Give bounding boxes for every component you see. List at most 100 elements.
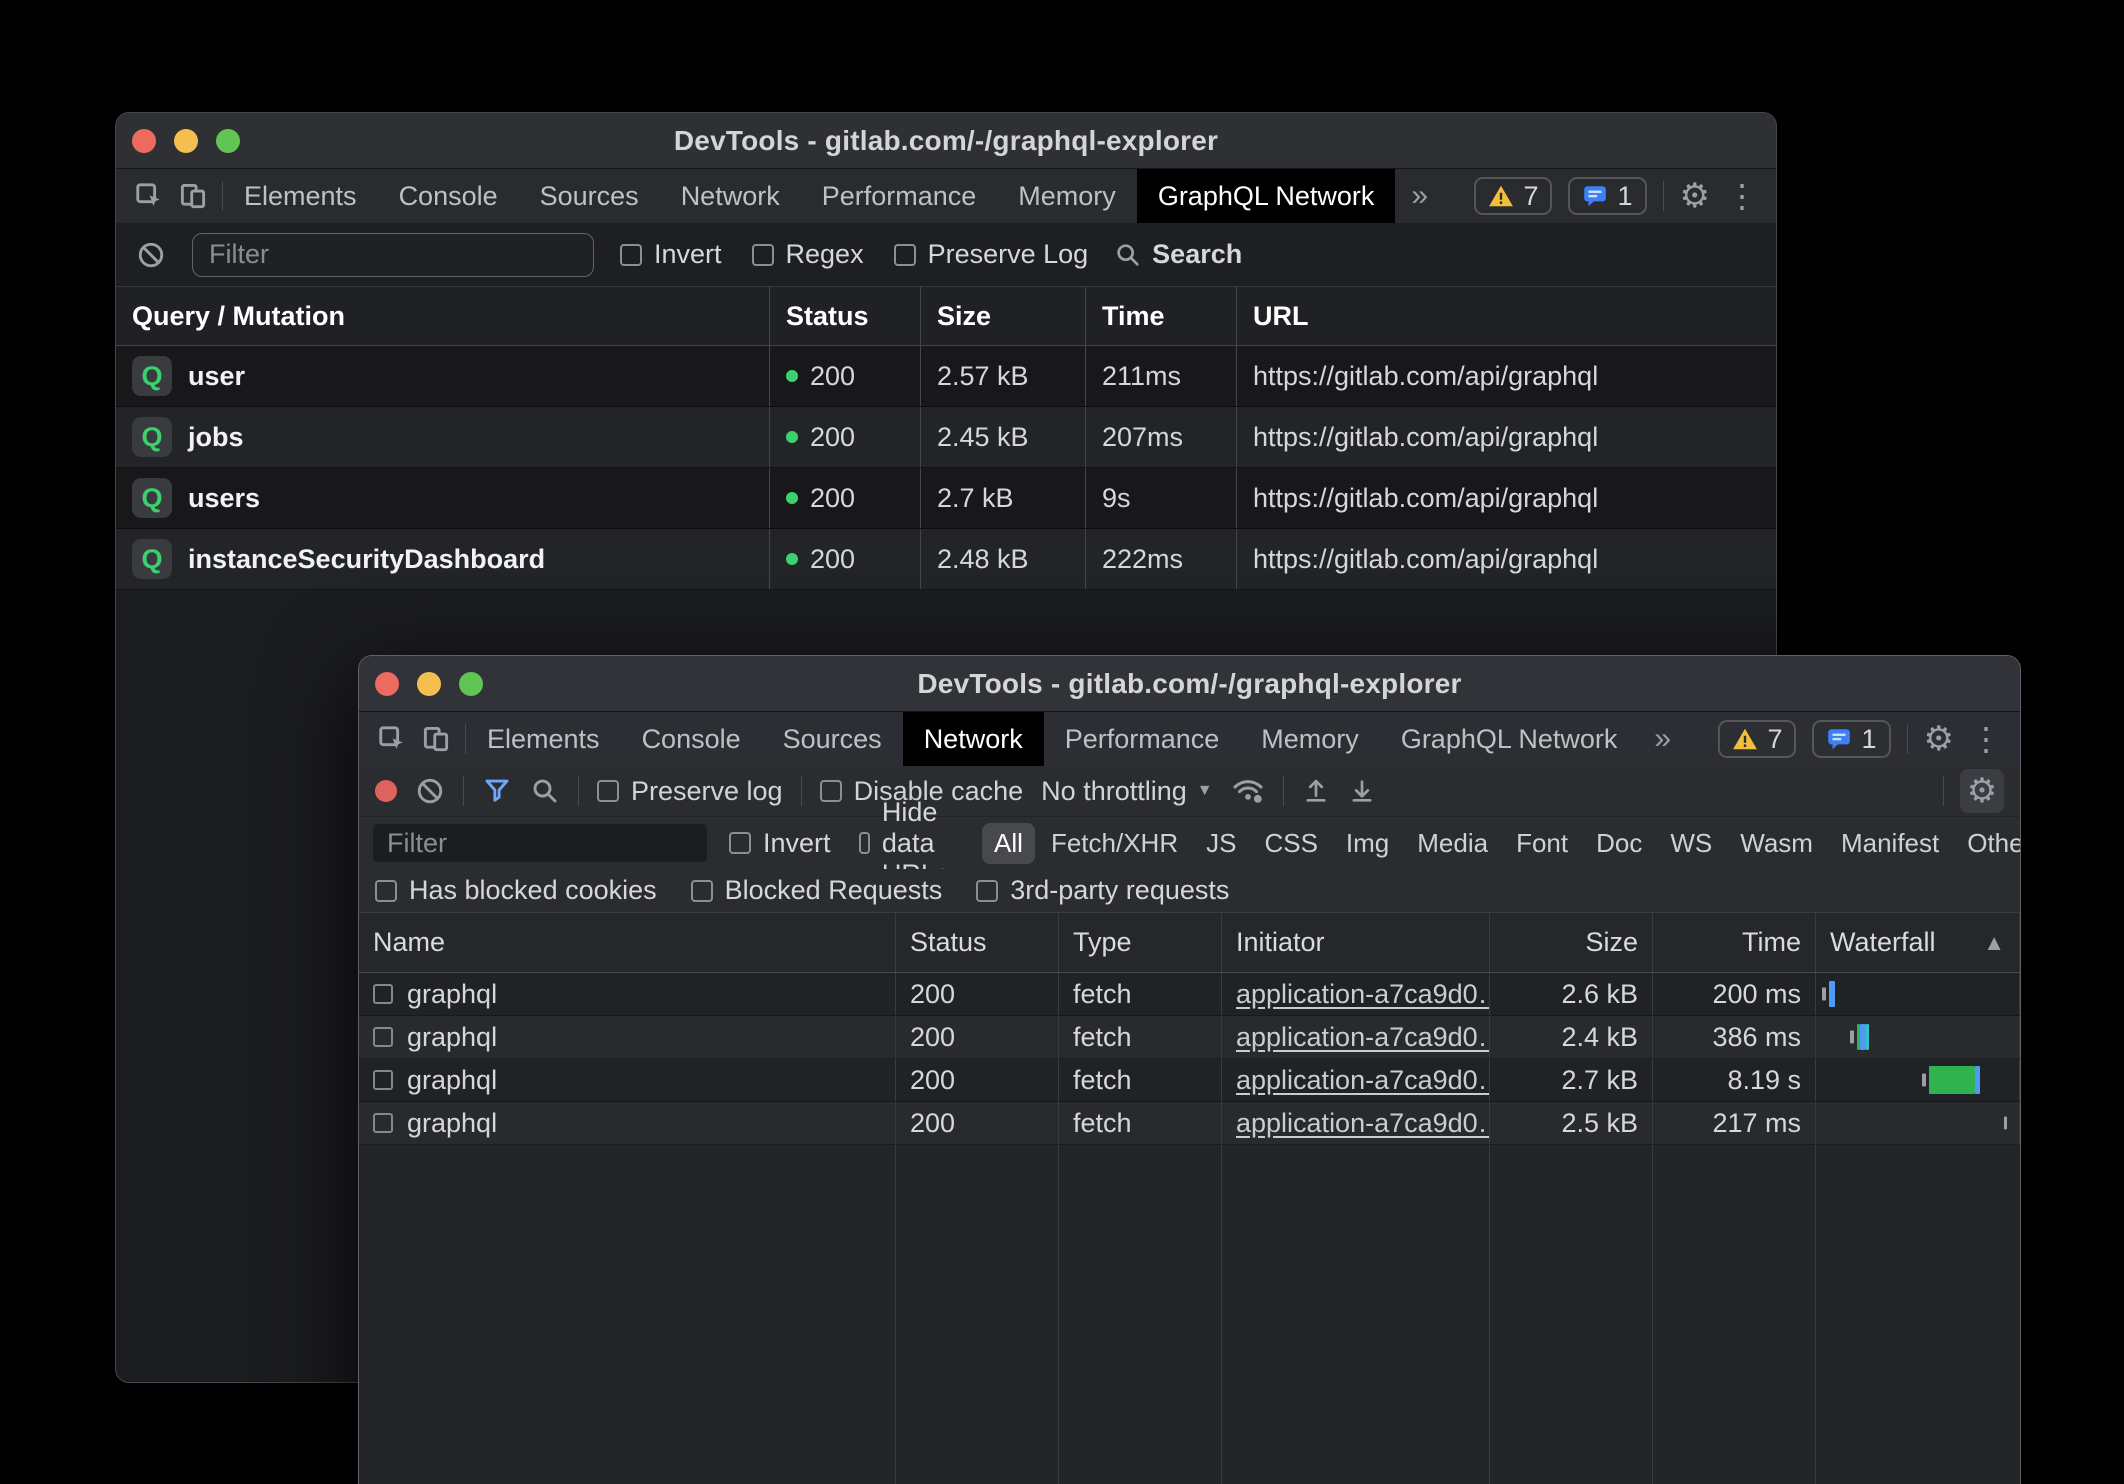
panel-tab[interactable]: GraphQL Network: [1137, 169, 1396, 223]
search-button[interactable]: Search: [1114, 239, 1242, 270]
initiator-link[interactable]: application-a7ca9d0…: [1236, 1022, 1490, 1053]
checkbox-box[interactable]: [859, 832, 870, 854]
resource-type-chip[interactable]: CSS: [1252, 823, 1329, 864]
table-row[interactable]: graphql 200 fetch application-a7ca9d0… 2…: [359, 1016, 2020, 1059]
resource-type-chip[interactable]: Other: [1955, 823, 2021, 864]
panel-tab[interactable]: Memory: [1240, 712, 1380, 766]
kebab-menu-icon[interactable]: ⋮: [1970, 723, 2002, 755]
clear-icon[interactable]: [136, 240, 166, 270]
panel-tab[interactable]: Elements: [223, 169, 378, 223]
resource-type-chip[interactable]: Media: [1405, 823, 1500, 864]
filter-checkbox[interactable]: Invert: [620, 239, 722, 270]
settings-gear-icon[interactable]: ⚙: [1924, 722, 1954, 756]
resource-type-chip[interactable]: Doc: [1584, 823, 1654, 864]
search-icon[interactable]: [530, 776, 560, 806]
device-toolbar-icon[interactable]: [421, 724, 451, 754]
column-header-size[interactable]: Size: [921, 287, 1086, 345]
more-tabs-icon[interactable]: »: [1638, 712, 1687, 766]
device-toolbar-icon[interactable]: [178, 181, 208, 211]
resource-type-chip[interactable]: Manifest: [1829, 823, 1951, 864]
column-header-name[interactable]: Name: [359, 913, 896, 972]
checkbox-box[interactable]: [729, 832, 751, 854]
row-checkbox[interactable]: [373, 1027, 393, 1047]
filter-checkbox[interactable]: 3rd-party requests: [976, 875, 1229, 906]
panel-tab[interactable]: Sources: [762, 712, 903, 766]
table-row[interactable]: graphql 200 fetch application-a7ca9d0… 2…: [359, 1059, 2020, 1102]
table-row[interactable]: graphql 200 fetch application-a7ca9d0… 2…: [359, 1102, 2020, 1145]
table-row[interactable]: graphql 200 fetch application-a7ca9d0… 2…: [359, 973, 2020, 1016]
kebab-menu-icon[interactable]: ⋮: [1726, 180, 1758, 212]
column-header-waterfall[interactable]: Waterfall ▲: [1816, 913, 2020, 972]
resource-type-chip[interactable]: Font: [1504, 823, 1580, 864]
close-button[interactable]: [375, 672, 399, 696]
checkbox-box[interactable]: [375, 880, 397, 902]
more-tabs-icon[interactable]: »: [1395, 169, 1444, 223]
column-header-query[interactable]: Query / Mutation: [116, 287, 770, 345]
table-row[interactable]: Q jobs 200 2.45 kB 207ms https://gitlab.…: [116, 407, 1776, 468]
checkbox-box[interactable]: [752, 244, 774, 266]
column-header-initiator[interactable]: Initiator: [1222, 913, 1490, 972]
panel-tab[interactable]: Network: [903, 712, 1044, 766]
column-header-time[interactable]: Time: [1653, 913, 1816, 972]
messages-badge[interactable]: 1: [1568, 177, 1646, 215]
initiator-link[interactable]: application-a7ca9d0…: [1236, 979, 1490, 1010]
row-checkbox[interactable]: [373, 1070, 393, 1090]
column-header-type[interactable]: Type: [1059, 913, 1222, 972]
panel-tab[interactable]: GraphQL Network: [1380, 712, 1639, 766]
row-checkbox[interactable]: [373, 984, 393, 1004]
column-header-status[interactable]: Status: [770, 287, 921, 345]
resource-type-chip[interactable]: WS: [1658, 823, 1724, 864]
warnings-badge[interactable]: 7: [1718, 720, 1796, 758]
inspect-element-icon[interactable]: [377, 724, 407, 754]
row-checkbox[interactable]: [373, 1113, 393, 1133]
checkbox-box[interactable]: [597, 780, 619, 802]
resource-type-chip[interactable]: Img: [1334, 823, 1401, 864]
resource-type-chip[interactable]: Wasm: [1728, 823, 1825, 864]
panel-tab[interactable]: Performance: [801, 169, 998, 223]
settings-gear-icon[interactable]: ⚙: [1680, 179, 1710, 213]
close-button[interactable]: [132, 129, 156, 153]
panel-tab[interactable]: Memory: [997, 169, 1137, 223]
filter-funnel-icon[interactable]: [482, 776, 512, 806]
table-row[interactable]: Q instanceSecurityDashboard 200 2.48 kB …: [116, 529, 1776, 590]
column-header-size[interactable]: Size: [1490, 913, 1653, 972]
table-row[interactable]: Q user 200 2.57 kB 211ms https://gitlab.…: [116, 346, 1776, 407]
column-header-time[interactable]: Time: [1086, 287, 1237, 345]
checkbox-box[interactable]: [976, 880, 998, 902]
filter-checkbox[interactable]: Regex: [752, 239, 864, 270]
panel-tab[interactable]: Sources: [519, 169, 660, 223]
minimize-button[interactable]: [417, 672, 441, 696]
panel-tab[interactable]: Network: [660, 169, 801, 223]
checkbox-box[interactable]: [620, 244, 642, 266]
panel-tab[interactable]: Console: [378, 169, 519, 223]
zoom-button[interactable]: [459, 672, 483, 696]
column-header-url[interactable]: URL: [1237, 287, 1776, 345]
minimize-button[interactable]: [174, 129, 198, 153]
throttling-select[interactable]: No throttling ▼: [1041, 776, 1212, 807]
network-conditions-icon[interactable]: [1231, 776, 1265, 806]
checkbox-box[interactable]: [894, 244, 916, 266]
warnings-badge[interactable]: 7: [1474, 177, 1552, 215]
resource-type-chip[interactable]: All: [982, 823, 1035, 864]
resource-type-chip[interactable]: JS: [1194, 823, 1248, 864]
import-har-icon[interactable]: [1302, 777, 1330, 805]
checkbox-box[interactable]: [691, 880, 713, 902]
graphql-filter-input[interactable]: [192, 233, 594, 277]
initiator-link[interactable]: application-a7ca9d0…: [1236, 1108, 1490, 1139]
network-settings-gear-icon[interactable]: ⚙: [1960, 769, 2004, 813]
messages-badge[interactable]: 1: [1812, 720, 1890, 758]
export-har-icon[interactable]: [1348, 777, 1376, 805]
filter-checkbox[interactable]: Blocked Requests: [691, 875, 943, 906]
network-filter-input[interactable]: [373, 824, 707, 862]
table-row[interactable]: Q users 200 2.7 kB 9s https://gitlab.com…: [116, 468, 1776, 529]
panel-tab[interactable]: Elements: [466, 712, 621, 766]
clear-icon[interactable]: [415, 776, 445, 806]
resource-type-chip[interactable]: Fetch/XHR: [1039, 823, 1190, 864]
panel-tab[interactable]: Performance: [1044, 712, 1241, 766]
inspect-element-icon[interactable]: [134, 181, 164, 211]
record-icon[interactable]: [375, 780, 397, 802]
panel-tab[interactable]: Console: [621, 712, 762, 766]
filter-checkbox[interactable]: Has blocked cookies: [375, 875, 657, 906]
zoom-button[interactable]: [216, 129, 240, 153]
initiator-link[interactable]: application-a7ca9d0…: [1236, 1065, 1490, 1096]
